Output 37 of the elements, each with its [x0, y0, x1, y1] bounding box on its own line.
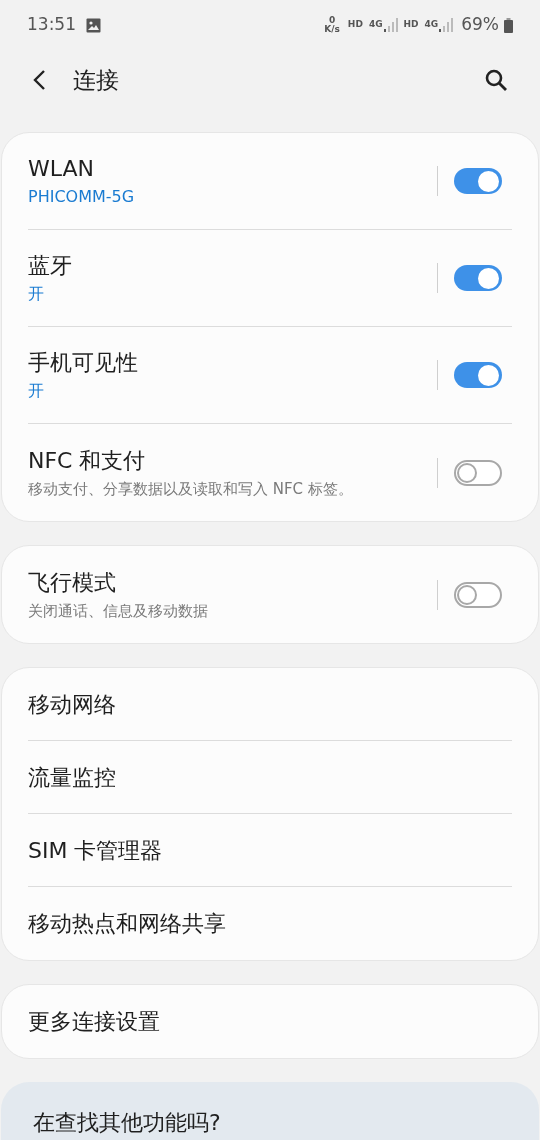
setting-subtitle: 关闭通话、信息及移动数据: [28, 600, 208, 622]
network-label: HD: [347, 18, 363, 32]
setting-title[interactable]: 更多连接设置: [28, 1005, 160, 1038]
setting-title[interactable]: 移动网络: [28, 687, 116, 721]
setting-title[interactable]: 蓝牙: [28, 251, 72, 281]
back-icon[interactable]: [32, 69, 46, 91]
setting-title[interactable]: 手机可见性: [28, 348, 138, 378]
setting-title[interactable]: 飞行模式: [28, 567, 116, 598]
setting-subtitle: PHICOMM-5G: [28, 186, 135, 208]
setting-subtitle: 开: [28, 380, 44, 402]
network-label: 4G: [368, 18, 383, 32]
signal-icon: [439, 18, 454, 32]
setting-title[interactable]: NFC 和支付: [28, 445, 146, 476]
toggle-switch[interactable]: [454, 459, 502, 486]
clock: 13:51: [27, 13, 76, 37]
page-title: 连接: [73, 65, 119, 95]
setting-title[interactable]: 流量监控: [28, 760, 116, 794]
setting-subtitle: 移动支付、分享数据以及读取和写入 NFC 标签。: [28, 478, 353, 500]
toggle-switch[interactable]: [454, 168, 502, 194]
search-icon[interactable]: [484, 68, 508, 92]
network-speed: 0: [328, 16, 336, 25]
setting-title[interactable]: WLAN: [28, 154, 95, 184]
toggle-switch[interactable]: [454, 362, 502, 388]
suggestion-card[interactable]: 在查找其他功能吗?: [1, 1082, 539, 1140]
battery-icon: [504, 17, 513, 33]
network-label: 4G: [424, 18, 439, 32]
toggle-switch[interactable]: [454, 265, 502, 291]
network-speed-unit: K/s: [324, 25, 340, 34]
signal-icon: [383, 18, 398, 32]
toggle-switch[interactable]: [454, 581, 502, 608]
setting-title[interactable]: 移动热点和网络共享: [28, 907, 226, 940]
network-label: HD: [403, 18, 419, 32]
battery-level: 69%: [461, 13, 499, 37]
setting-subtitle: 开: [28, 283, 44, 305]
setting-title[interactable]: SIM 卡管理器: [28, 833, 163, 867]
suggestion-title[interactable]: 在查找其他功能吗?: [33, 1105, 221, 1139]
image-icon: [86, 17, 101, 33]
